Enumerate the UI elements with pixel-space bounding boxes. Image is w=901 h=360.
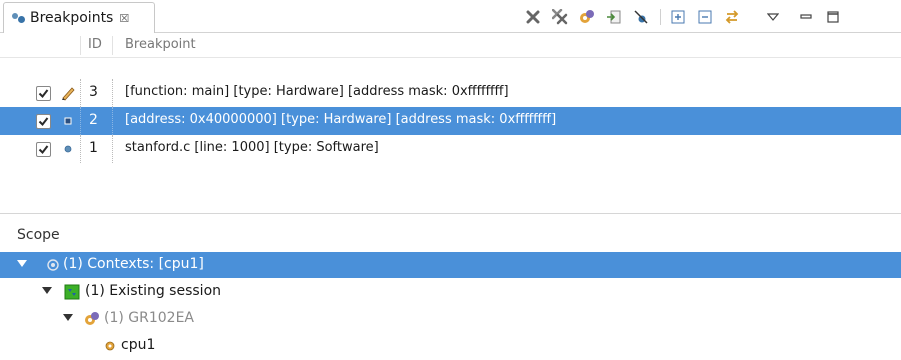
pencil-icon: [60, 85, 76, 101]
column-divider: [80, 36, 81, 55]
view-menu-icon[interactable]: [764, 8, 782, 26]
connect-icon[interactable]: [578, 8, 596, 26]
breakpoint-description: [address: 0x40000000] [type: Hardware] […: [125, 112, 557, 127]
cell-divider: [80, 79, 81, 107]
remove-all-icon[interactable]: [551, 8, 569, 26]
hardware-breakpoint-icon: [60, 113, 76, 129]
breakpoint-id: 2: [89, 112, 98, 128]
table-header: ID Breakpoint: [0, 34, 901, 58]
breakpoints-table: ID Breakpoint 3 [function: main] [type: …: [0, 34, 901, 204]
breakpoint-id: 1: [89, 140, 98, 156]
cell-divider: [112, 135, 113, 163]
chevron-down-icon[interactable]: [63, 314, 73, 321]
breakpoint-description: stanford.c [line: 1000] [type: Software]: [125, 140, 379, 155]
target-icon: [84, 311, 100, 327]
column-header-breakpoint[interactable]: Breakpoint: [125, 37, 196, 52]
enable-checkbox[interactable]: [36, 114, 51, 129]
contexts-icon: [45, 257, 61, 273]
toolbar-separator: [660, 9, 661, 25]
table-row[interactable]: 2 [address: 0x40000000] [type: Hardware]…: [0, 107, 901, 135]
link-with-debug-view-icon[interactable]: [723, 8, 741, 26]
chevron-down-icon[interactable]: [17, 260, 27, 267]
tab-title: Breakpoints: [30, 10, 114, 26]
view-tab-bar: Breakpoints ☒: [0, 0, 901, 33]
breakpoint-id: 3: [89, 84, 98, 100]
enable-checkbox[interactable]: [36, 142, 51, 157]
column-header-id[interactable]: ID: [88, 37, 102, 52]
breakpoints-view-icon: [12, 11, 26, 25]
column-divider[interactable]: [112, 36, 113, 55]
tree-item[interactable]: (1) Contexts: [cpu1]: [0, 252, 901, 278]
remove-icon[interactable]: [524, 8, 542, 26]
cpu-icon: [102, 338, 118, 354]
skip-breakpoints-icon[interactable]: [632, 8, 650, 26]
breakpoint-description: [function: main] [type: Hardware] [addre…: [125, 84, 509, 99]
cell-divider: [80, 107, 81, 135]
cell-divider: [112, 79, 113, 107]
tree-item[interactable]: (1) GR102EA: [0, 306, 901, 332]
import-icon[interactable]: [605, 8, 623, 26]
cell-divider: [80, 135, 81, 163]
tab-breakpoints[interactable]: Breakpoints ☒: [3, 2, 155, 33]
collapse-all-icon[interactable]: [696, 8, 714, 26]
tree-item-label: (1) Existing session: [85, 283, 222, 299]
tree-item-label: cpu1: [121, 337, 156, 353]
view-toolbar: [524, 8, 851, 26]
session-icon: [64, 284, 80, 300]
close-icon[interactable]: ☒: [119, 12, 129, 25]
tree-item-label: (1) Contexts: [cpu1]: [63, 256, 204, 272]
breakpoint-dot-icon: [60, 141, 76, 157]
maximize-icon[interactable]: [824, 8, 842, 26]
tree-item[interactable]: (1) Existing session: [0, 279, 901, 305]
scope-label: Scope: [17, 227, 60, 243]
pane-divider[interactable]: [0, 213, 901, 214]
tree-item[interactable]: cpu1: [0, 333, 901, 359]
cell-divider: [112, 107, 113, 135]
tree-item-label: (1) GR102EA: [104, 310, 195, 326]
chevron-down-icon[interactable]: [42, 287, 52, 294]
enable-checkbox[interactable]: [36, 86, 51, 101]
table-row[interactable]: 1 stanford.c [line: 1000] [type: Softwar…: [0, 135, 901, 163]
minimize-icon[interactable]: [797, 8, 815, 26]
table-row[interactable]: 3 [function: main] [type: Hardware] [add…: [0, 79, 901, 107]
expand-all-icon[interactable]: [669, 8, 687, 26]
